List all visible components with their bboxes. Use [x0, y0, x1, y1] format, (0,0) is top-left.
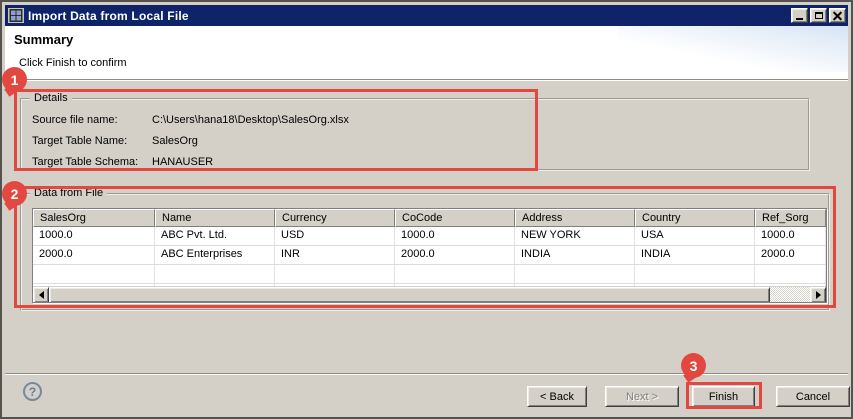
column-header-country[interactable]: Country [635, 209, 755, 227]
source-file-row: Source file name: C:\Users\hana18\Desktop… [32, 114, 349, 126]
table-cell [33, 265, 155, 283]
target-table-schema-value: HANAUSER [152, 156, 214, 168]
source-file-value: C:\Users\hana18\Desktop\SalesOrg.xlsx [152, 114, 349, 126]
data-preview-table[interactable]: SalesOrg Name Currency CoCode Address Country… [32, 208, 827, 303]
target-table-schema-label: Target Table Schema: [32, 156, 139, 168]
column-header-salesorg[interactable]: SalesOrg [33, 209, 155, 227]
table-cell: INR [275, 246, 395, 264]
scroll-left-button[interactable] [33, 287, 49, 302]
column-header-name[interactable]: Name [155, 209, 275, 227]
table-cell [275, 265, 395, 283]
column-header-cocode[interactable]: CoCode [395, 209, 515, 227]
data-from-file-group: Data from File SalesOrg Name Currency CoCod… [20, 187, 830, 311]
column-header-ref_sorg[interactable]: Ref_Sorg [755, 209, 826, 227]
import-table-icon [8, 8, 24, 23]
table-cell [755, 265, 826, 283]
table-cell [635, 265, 755, 283]
table-cell [515, 265, 635, 283]
target-table-name-value: SalesOrg [152, 135, 198, 147]
footer-separator [5, 373, 848, 375]
banner-separator [5, 79, 848, 81]
scroll-left-icon [35, 291, 44, 299]
table-cell [155, 265, 275, 283]
table-cell: 2000.0 [755, 246, 826, 264]
next-button: Next > [605, 386, 679, 407]
page-title: Summary [14, 32, 74, 47]
scrollbar-thumb[interactable] [49, 287, 770, 302]
table-cell: 1000.0 [395, 227, 515, 245]
help-icon: ? [28, 384, 37, 399]
import-data-dialog: Import Data from Local File Summary Clic… [0, 0, 853, 419]
details-group: Details Source file name: C:\Users\hana18… [20, 92, 810, 171]
table-row-1[interactable]: 1000.0 ABC Pvt. Ltd. USD 1000.0 NEW YORK USA 1… [33, 227, 826, 246]
maximize-icon [814, 12, 823, 19]
help-button[interactable]: ? [23, 382, 42, 401]
table-cell: USD [275, 227, 395, 245]
close-button[interactable] [829, 8, 846, 23]
table-cell: 1000.0 [33, 227, 155, 245]
minimize-icon [796, 18, 803, 20]
table-cell: ABC Pvt. Ltd. [155, 227, 275, 245]
scroll-right-icon [815, 291, 825, 299]
table-cell [395, 265, 515, 283]
table-cell: USA [635, 227, 755, 245]
source-file-label: Source file name: [32, 114, 118, 126]
details-group-label: Details [30, 92, 72, 104]
table-cell: ABC Enterprises [155, 246, 275, 264]
table-cell: 2000.0 [395, 246, 515, 264]
table-cell: INDIA [515, 246, 635, 264]
horizontal-scrollbar[interactable] [33, 286, 826, 302]
window-title: Import Data from Local File [28, 8, 189, 23]
data-from-file-group-label: Data from File [30, 187, 108, 199]
back-button[interactable]: < Back [527, 386, 587, 407]
table-header-row: SalesOrg Name Currency CoCode Address Country… [33, 209, 826, 227]
wizard-banner: Summary Click Finish to confirm [5, 26, 848, 79]
target-table-name-label: Target Table Name: [32, 135, 128, 147]
scroll-right-button[interactable] [810, 287, 826, 302]
target-table-name-row: Target Table Name: SalesOrg [32, 135, 198, 147]
target-table-schema-row: Target Table Schema: HANAUSER [32, 156, 213, 168]
finish-button[interactable]: Finish [692, 386, 755, 407]
table-cell: INDIA [635, 246, 755, 264]
title-bar[interactable]: Import Data from Local File [5, 5, 848, 26]
table-cell: NEW YORK [515, 227, 635, 245]
close-icon [833, 11, 842, 20]
column-header-currency[interactable]: Currency [275, 209, 395, 227]
banner-gradient [618, 26, 848, 72]
cancel-button[interactable]: Cancel [776, 386, 850, 407]
window-controls [791, 8, 846, 23]
table-row-empty[interactable] [33, 265, 826, 284]
column-header-address[interactable]: Address [515, 209, 635, 227]
minimize-button[interactable] [791, 8, 808, 23]
page-subtitle: Click Finish to confirm [19, 57, 127, 69]
table-row-2[interactable]: 2000.0 ABC Enterprises INR 2000.0 INDIA INDIA… [33, 246, 826, 265]
maximize-button[interactable] [810, 8, 827, 23]
table-cell: 2000.0 [33, 246, 155, 264]
table-cell: 1000.0 [755, 227, 826, 245]
